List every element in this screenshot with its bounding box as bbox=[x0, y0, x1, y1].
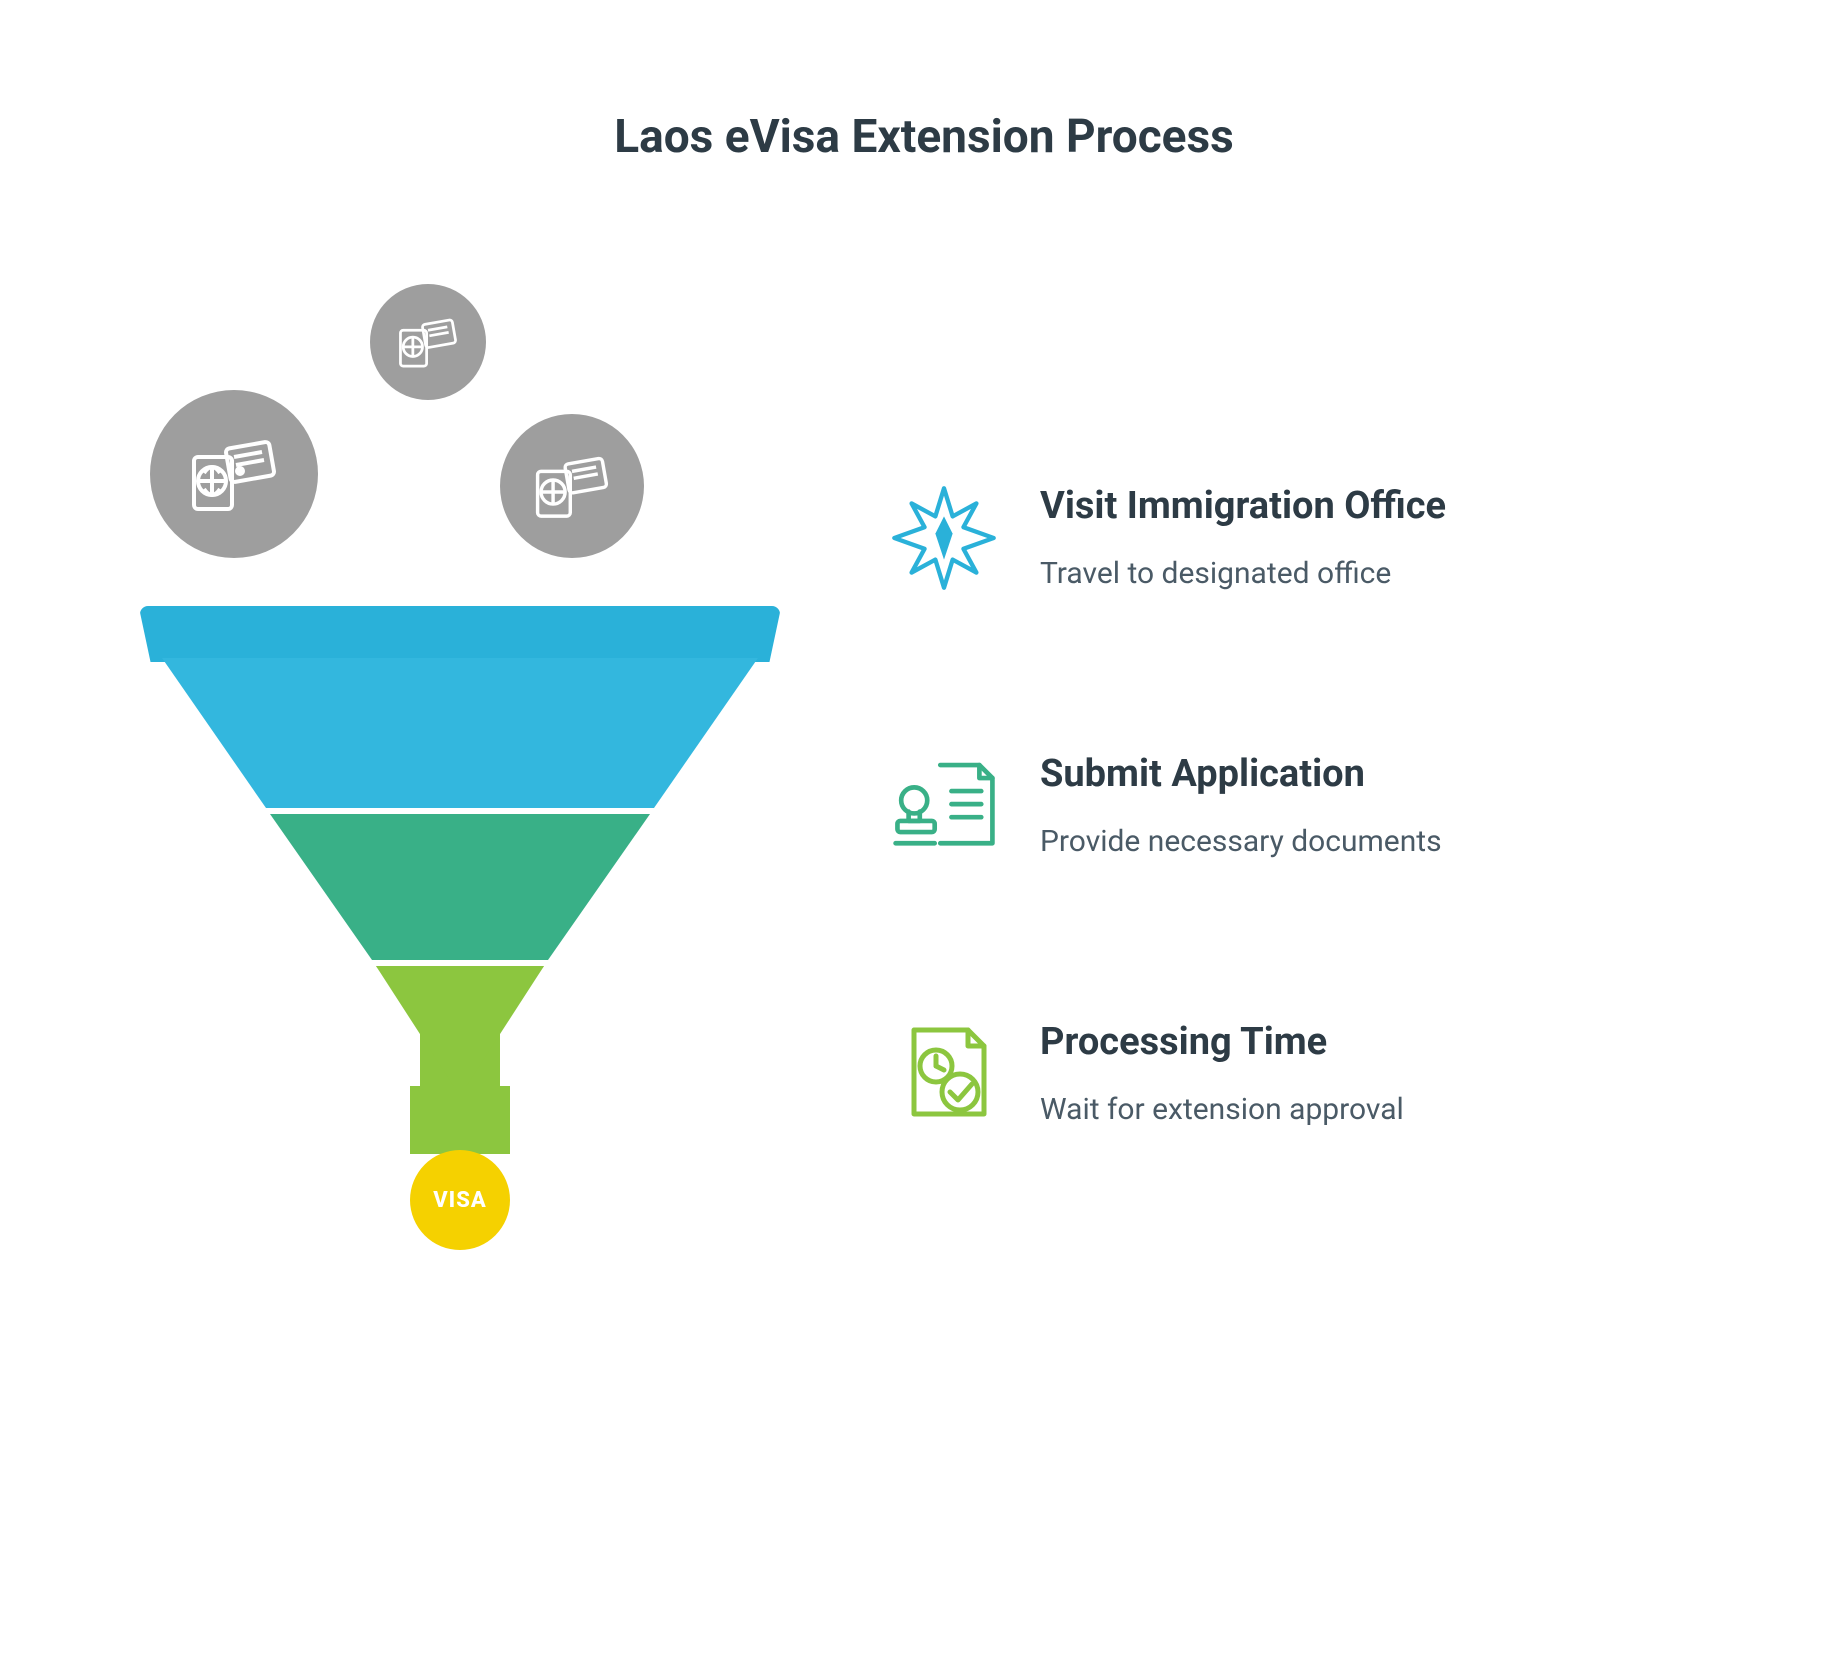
step-submit-application: Submit Application Provide necessary doc… bbox=[890, 752, 1446, 860]
diagram-content: VISA Visit Immigration Office Travel to … bbox=[0, 164, 1848, 1264]
step-subtitle: Provide necessary documents bbox=[1040, 824, 1442, 859]
funnel-illustration: VISA bbox=[140, 244, 780, 1264]
step-title: Processing Time bbox=[1040, 1020, 1404, 1064]
stamp-document-icon bbox=[890, 752, 998, 860]
steps-list: Visit Immigration Office Travel to desig… bbox=[890, 244, 1446, 1128]
step-subtitle: Wait for extension approval bbox=[1040, 1092, 1404, 1127]
funnel-body bbox=[162, 658, 758, 1096]
funnel-rim bbox=[140, 606, 780, 662]
input-circle-medium bbox=[500, 414, 644, 558]
step-subtitle: Travel to designated office bbox=[1040, 556, 1446, 591]
funnel-spout bbox=[410, 1086, 510, 1154]
diagram-title: Laos eVisa Extension Process bbox=[0, 0, 1848, 164]
input-circle-large bbox=[150, 390, 318, 558]
step-processing-time: Processing Time Wait for extension appro… bbox=[890, 1020, 1446, 1128]
passport-ticket-icon bbox=[184, 429, 284, 519]
step-title: Visit Immigration Office bbox=[1040, 484, 1446, 528]
passport-ticket-icon bbox=[393, 311, 463, 373]
step-visit-immigration: Visit Immigration Office Travel to desig… bbox=[890, 484, 1446, 592]
clock-check-document-icon bbox=[890, 1020, 998, 1128]
input-circle-small bbox=[370, 284, 486, 400]
passport-ticket-icon bbox=[529, 447, 615, 525]
compass-star-icon bbox=[890, 484, 998, 592]
funnel-section-middle bbox=[270, 814, 650, 960]
visa-output-label: VISA bbox=[433, 1188, 487, 1213]
funnel-section-top bbox=[162, 658, 758, 808]
step-title: Submit Application bbox=[1040, 752, 1442, 796]
visa-output-circle: VISA bbox=[410, 1150, 510, 1250]
